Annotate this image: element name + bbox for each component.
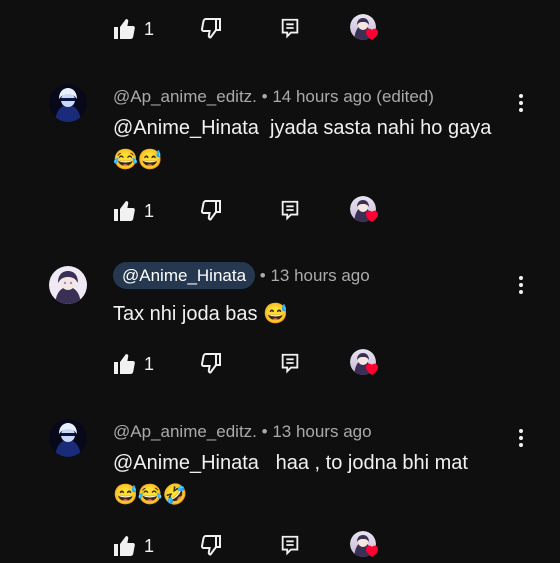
reply-button[interactable] [279, 17, 301, 44]
comment-meta: @Ap_anime_editz. • 14 hours ago (edited) [113, 87, 434, 107]
comment-meta: @Anime_Hinata • 13 hours ago [113, 262, 370, 289]
like-count: 1 [144, 536, 155, 556]
thumbs-up-icon [114, 536, 135, 556]
comment-actions: 1 [0, 531, 560, 561]
more-vert-dot [519, 290, 523, 294]
comment-time: • 13 hours ago [261, 422, 372, 441]
thumbs-down-icon [200, 200, 221, 221]
avatar[interactable] [49, 266, 87, 304]
creator-heart-badge [350, 196, 384, 228]
comment-actions: 1 [0, 14, 560, 44]
comment-author[interactable]: @Ap_anime_editz. [113, 422, 257, 441]
reply-icon [281, 535, 299, 556]
dislike-button[interactable] [199, 351, 223, 380]
reply-icon [281, 18, 299, 39]
thumbs-up-icon [114, 354, 135, 374]
comment-author-chip[interactable]: @Anime_Hinata [113, 262, 256, 289]
like-button[interactable]: 1 [112, 16, 154, 42]
more-vert-icon [519, 429, 523, 433]
comment-body: jyada sasta nahi ho gaya [258, 117, 492, 139]
reply-button[interactable] [279, 199, 301, 226]
thumbs-up-icon [114, 19, 135, 39]
heart-icon [366, 545, 378, 557]
like-button[interactable]: 1 [112, 198, 154, 224]
comment-text: @Anime_Hinata jyada sasta nahi ho gaya [113, 117, 491, 140]
more-vert-dot [519, 101, 523, 105]
mention-link[interactable]: @Anime_Hinata [113, 117, 259, 139]
heart-icon [366, 210, 378, 222]
heart-icon [366, 363, 378, 375]
like-count: 1 [144, 354, 155, 374]
like-button[interactable]: 1 [112, 351, 154, 377]
comment-actions: 1 [0, 196, 560, 226]
heart-icon [366, 28, 378, 40]
like-count: 1 [144, 201, 155, 221]
more-options-button[interactable] [512, 426, 530, 450]
comment-emoji: 😅 [263, 303, 289, 325]
like-button[interactable]: 1 [112, 533, 154, 559]
thumbs-down-icon [200, 353, 221, 374]
creator-heart-badge [350, 349, 384, 381]
more-vert-dot [519, 108, 523, 112]
reply-icon [281, 200, 299, 221]
mention-link[interactable]: @Anime_Hinata [113, 452, 259, 474]
more-options-button[interactable] [512, 91, 530, 115]
more-vert-dot [519, 283, 523, 287]
creator-heart-badge [350, 531, 384, 563]
thumbs-down-icon [200, 535, 221, 556]
avatar[interactable] [49, 84, 87, 122]
reply-button[interactable] [279, 352, 301, 379]
more-vert-dot [519, 443, 523, 447]
dislike-button[interactable] [199, 16, 223, 45]
creator-heart-badge [350, 14, 384, 46]
thumbs-down-icon [200, 18, 221, 39]
more-vert-icon [519, 276, 523, 280]
like-count: 1 [144, 19, 155, 39]
dislike-button[interactable] [199, 198, 223, 227]
avatar[interactable] [49, 419, 87, 457]
comment-body: haa , to jodna bhi mat [258, 452, 468, 474]
comment-text: @Anime_Hinata haa , to jodna bhi mat [113, 452, 468, 475]
more-options-button[interactable] [512, 273, 530, 297]
comment-body: Tax nhi joda bas [113, 303, 264, 325]
comment-text: Tax nhi joda bas 😅 [113, 301, 288, 326]
comment-actions: 1 [0, 349, 560, 379]
more-vert-icon [519, 94, 523, 98]
dislike-button[interactable] [199, 533, 223, 562]
thumbs-up-icon [114, 201, 135, 221]
reply-button[interactable] [279, 534, 301, 561]
more-vert-dot [519, 436, 523, 440]
reply-icon [281, 353, 299, 374]
comment-meta: @Ap_anime_editz. • 13 hours ago [113, 422, 372, 442]
comment-author[interactable]: @Ap_anime_editz. [113, 87, 257, 106]
comment-time: • 14 hours ago (edited) [261, 87, 434, 106]
comment-time: • 13 hours ago [259, 266, 370, 285]
comment-emoji: 😅😂🤣 [113, 484, 188, 506]
comment-emoji: 😂😅 [113, 149, 163, 171]
